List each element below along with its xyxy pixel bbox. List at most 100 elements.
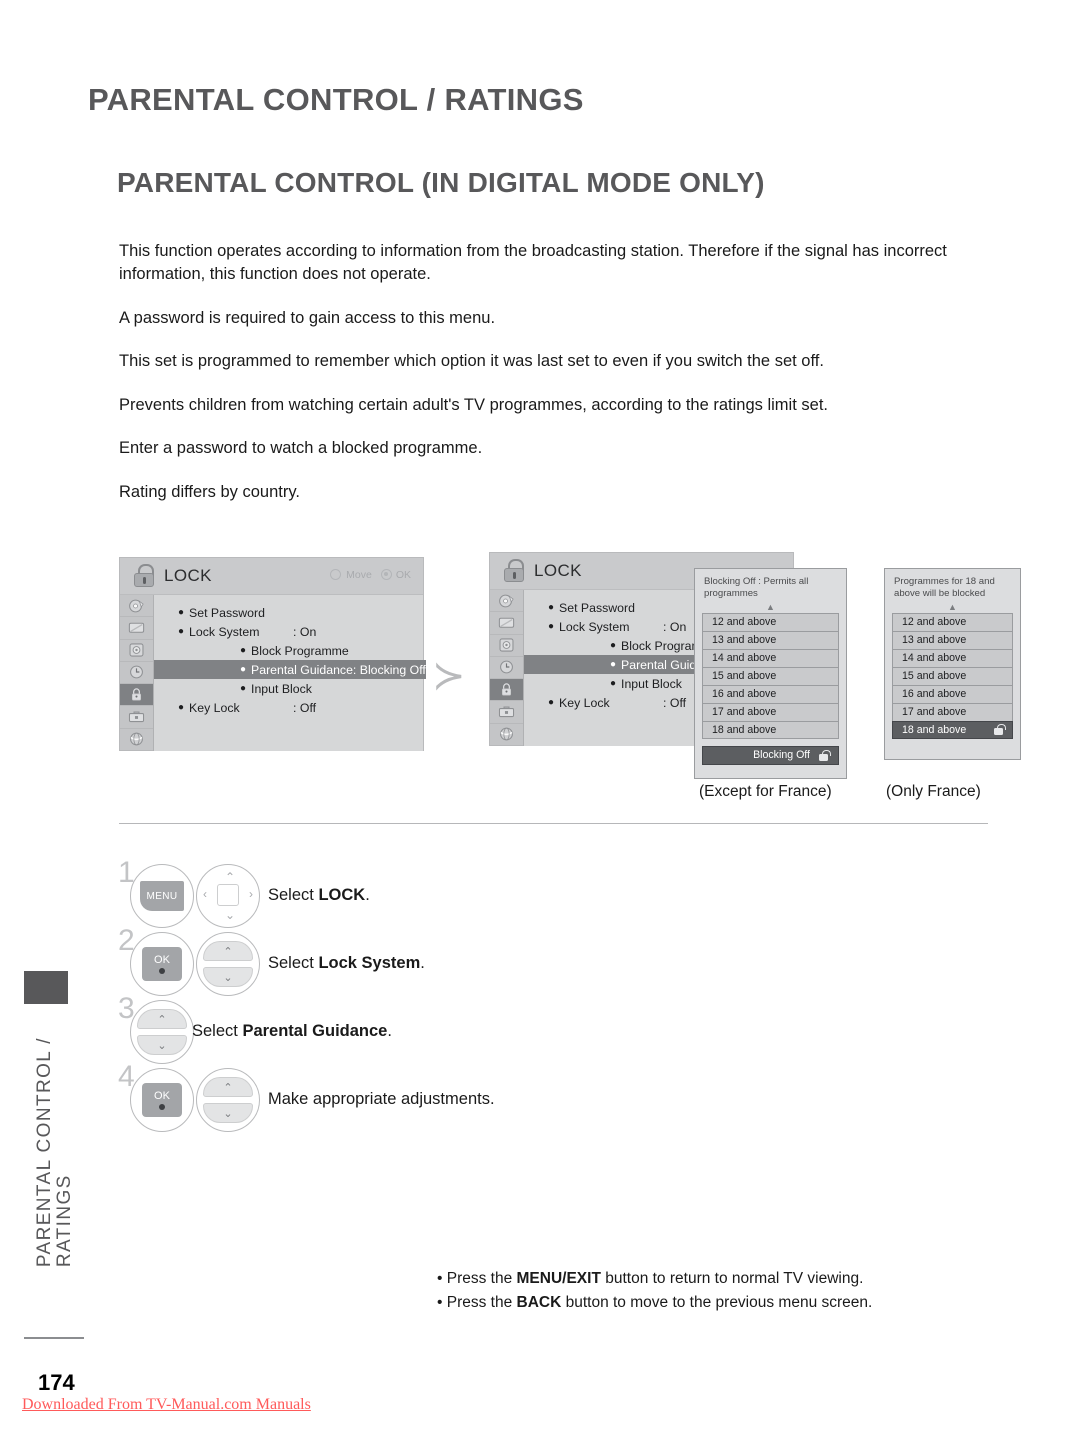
menu-row-label: Key Lock (559, 695, 610, 710)
rail-item-lock[interactable] (120, 684, 153, 707)
rocker-up[interactable]: ⌃ (203, 941, 253, 961)
menu-row-parental-guidance[interactable]: ● Parental Guidance: Blocking Off ◆ (154, 660, 434, 679)
ok-button[interactable]: OK (130, 932, 194, 996)
unlock-icon (819, 749, 831, 761)
dpad-control[interactable]: ⌃ ⌄ ‹ › (196, 864, 260, 928)
rating-item[interactable]: 17 and above (892, 702, 1013, 721)
rocker-down[interactable]: ⌄ (203, 1103, 253, 1123)
rating-item[interactable]: 14 and above (702, 648, 839, 667)
rating-item-selected[interactable]: 18 and above (892, 720, 1013, 739)
rocker-icon: ⌃ ⌄ (137, 1009, 187, 1055)
rating-item[interactable]: 13 and above (892, 630, 1013, 649)
ok-button[interactable]: OK (130, 1068, 194, 1132)
updown-rocker[interactable]: ⌃ ⌄ (130, 1000, 194, 1064)
rating-item[interactable]: 15 and above (892, 666, 1013, 685)
intro-paragraph: A password is required to gain access to… (119, 308, 496, 327)
section-divider (119, 823, 988, 824)
ok-button-dot-icon (159, 1103, 165, 1110)
menu-row-key-lock[interactable]: ● Key Lock : Off (548, 693, 686, 712)
rating-selected-label: Blocking Off (753, 749, 810, 762)
steps-list: 1 MENU ⌃ ⌄ ‹ › Select LOCK. 2 OK ⌃ ⌄ Sel… (118, 858, 988, 1134)
bullet-icon: ● (178, 625, 185, 637)
intro-paragraph: Rating differs by country. (119, 482, 300, 501)
rating-item[interactable]: 18 and above (702, 720, 839, 739)
step-text-suffix: . (420, 954, 425, 972)
rating-panel-note: Programmes for 18 and above will be bloc… (894, 576, 995, 600)
rail-item-setup[interactable] (490, 590, 523, 613)
scroll-up-arrow-icon[interactable]: ▲ (695, 602, 846, 613)
rating-item[interactable]: 16 and above (702, 684, 839, 703)
rating-item[interactable]: 16 and above (892, 684, 1013, 703)
page-bottom-rule (24, 1337, 84, 1339)
updown-rocker[interactable]: ⌃ ⌄ (196, 1068, 260, 1132)
ok-button-label: OK (154, 1089, 170, 1102)
step-text-bold: Lock System (318, 954, 421, 972)
picture-tv-icon (128, 622, 145, 633)
note-suffix: button to move to the previous menu scre… (561, 1294, 873, 1311)
rail-item-time[interactable] (120, 662, 153, 685)
ok-button-label: OK (154, 953, 170, 966)
step-text-prefix: Select (268, 954, 319, 972)
rail-item-time[interactable] (490, 657, 523, 680)
watermark-link[interactable]: Downloaded From TV-Manual.com Manuals (22, 1396, 311, 1414)
menu-row-input-block[interactable]: ● Input Block (240, 679, 312, 698)
note-bold: BACK (516, 1294, 562, 1311)
scroll-up-arrow-icon[interactable]: ▲ (885, 602, 1020, 613)
rail-item-lock[interactable] (490, 679, 523, 702)
osd-title: LOCK (534, 561, 582, 580)
intro-paragraph: Prevents children from watching certain … (119, 395, 828, 414)
bullet-icon: ● (240, 682, 247, 694)
menu-row-value: : On (293, 624, 317, 639)
rating-item[interactable]: 17 and above (702, 702, 839, 721)
step-instruction: Select LOCK. (268, 886, 370, 905)
step-text-suffix: . (387, 1022, 392, 1040)
ok-button-face: OK (142, 1083, 182, 1117)
caption-except-france: (Except for France) (699, 783, 832, 800)
time-clock-icon (500, 661, 513, 674)
rating-item[interactable]: 14 and above (892, 648, 1013, 667)
bullet-icon: ● (548, 696, 555, 708)
osd-menu-list: ● Set Password ● Lock System : On ● Bloc… (154, 595, 434, 751)
menu-row-set-password[interactable]: ● Set Password (548, 598, 635, 617)
rating-item[interactable]: 13 and above (702, 630, 839, 649)
page-title: PARENTAL CONTROL / RATINGS (88, 82, 584, 117)
step-3: 3 ⌃ ⌄ Select Parental Guidance. (118, 994, 988, 1066)
intro-paragraph: This set is programmed to remember which… (119, 352, 824, 371)
menu-row-key-lock[interactable]: ● Key Lock : Off (178, 698, 316, 717)
rail-item-audio[interactable] (490, 635, 523, 657)
menu-row-block-programme[interactable]: ● Block Program (610, 636, 702, 655)
step-2: 2 OK ⌃ ⌄ Select Lock System. (118, 926, 988, 998)
rail-item-audio[interactable] (120, 640, 153, 662)
menu-row-lock-system[interactable]: ● Lock System : On (178, 622, 316, 641)
rail-item-setup[interactable] (120, 595, 153, 618)
bullet-icon: ● (240, 663, 247, 675)
rail-item-option[interactable] (120, 706, 153, 729)
intro-paragraph: This function operates according to info… (119, 242, 947, 284)
rocker-icon: ⌃ ⌄ (203, 941, 253, 987)
rail-item-network[interactable] (120, 729, 153, 751)
osd-title: LOCK (164, 566, 212, 585)
rail-item-option[interactable] (490, 701, 523, 724)
arrow-right-icon: › (249, 887, 253, 901)
rail-item-picture[interactable] (120, 617, 153, 640)
rail-item-network[interactable] (490, 724, 523, 746)
section-title: PARENTAL CONTROL (IN DIGITAL MODE ONLY) (117, 167, 765, 198)
menu-row-input-block[interactable]: ● Input Block (610, 674, 682, 693)
rocker-up[interactable]: ⌃ (203, 1077, 253, 1097)
rating-item[interactable]: 12 and above (892, 612, 1013, 631)
menu-row-set-password[interactable]: ● Set Password (178, 603, 265, 622)
menu-row-value: : Off (293, 700, 317, 715)
rating-item[interactable]: 15 and above (702, 666, 839, 685)
rating-panel-selected-footer[interactable]: Blocking Off (702, 745, 839, 765)
rail-item-picture[interactable] (490, 612, 523, 635)
rocker-down[interactable]: ⌄ (203, 967, 253, 987)
rocker-down[interactable]: ⌄ (137, 1035, 187, 1055)
osd-header: LOCK Move OK (120, 558, 423, 595)
menu-row-block-programme[interactable]: ● Block Programme (240, 641, 349, 660)
menu-button[interactable]: MENU (130, 864, 194, 928)
rocker-up[interactable]: ⌃ (137, 1009, 187, 1029)
menu-row-lock-system[interactable]: ● Lock System : On (548, 617, 686, 636)
bullet-icon: ● (610, 677, 617, 689)
updown-rocker[interactable]: ⌃ ⌄ (196, 932, 260, 996)
rating-item[interactable]: 12 and above (702, 612, 839, 631)
